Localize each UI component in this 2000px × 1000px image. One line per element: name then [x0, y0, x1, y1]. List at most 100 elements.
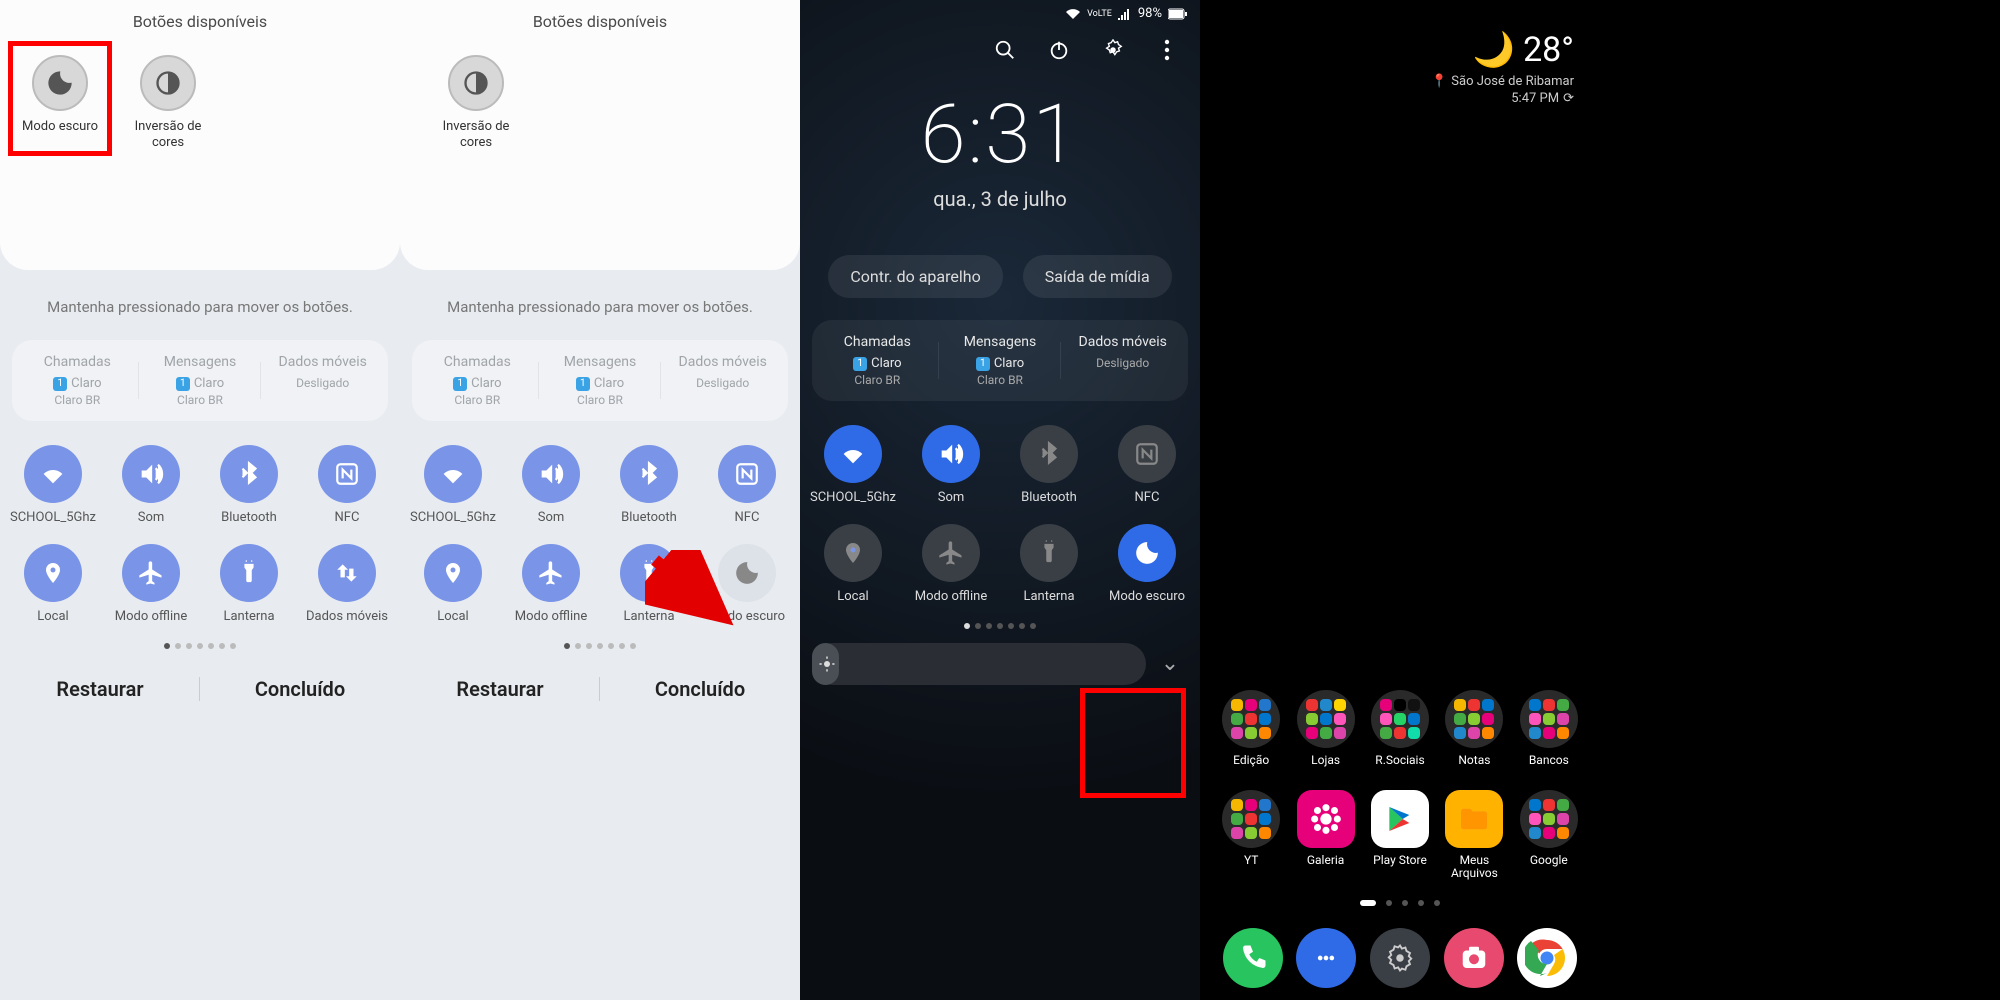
wifi-icon — [824, 425, 882, 483]
dock-chrome-icon[interactable] — [1517, 928, 1577, 988]
restore-button[interactable]: Restaurar — [0, 665, 200, 713]
app-play-store[interactable]: Play Store — [1364, 790, 1436, 880]
qs-wifi-toggle[interactable]: SCHOOL_5Ghz — [806, 425, 900, 506]
screenshot-step-1: Botões disponíveis Modo escuro Inversão … — [0, 0, 400, 1000]
folder-bancos[interactable]: Bancos — [1513, 690, 1585, 767]
nfc-icon — [1118, 425, 1176, 483]
qs-location-toggle[interactable]: Local — [406, 544, 500, 625]
clock-date: qua., 3 de julho — [800, 187, 1200, 211]
qs-sound-toggle[interactable]: Som — [904, 425, 998, 506]
quick-settings-grid: SCHOOL_5GhzSomBluetoothNFC LocalModo offl… — [0, 445, 400, 625]
qs-nfc-toggle[interactable]: NFC — [700, 445, 794, 526]
dock-phone-icon[interactable] — [1223, 928, 1283, 988]
folder-icon — [1222, 790, 1280, 848]
clock-time: 6:31 — [800, 87, 1200, 183]
red-arrow-annotation — [645, 550, 735, 630]
qs-sound-toggle[interactable]: Som — [504, 445, 598, 526]
sim-panel[interactable]: Chamadas1ClaroClaro BR Mensagens1ClaroCl… — [12, 340, 388, 421]
qs-moon-toggle[interactable]: Modo escuro — [1100, 524, 1194, 605]
qs-plane-toggle[interactable]: Modo offline — [504, 544, 598, 625]
signal-bars-icon — [1118, 8, 1132, 20]
files-icon — [1445, 790, 1503, 848]
moon-icon — [32, 55, 88, 111]
color-inversion-available-tile[interactable]: Inversão de cores — [128, 55, 208, 150]
bluetooth-icon — [1020, 425, 1078, 483]
qs-flashlight-toggle[interactable]: Lanterna — [1002, 524, 1096, 605]
dock-settings-icon[interactable] — [1370, 928, 1430, 988]
screenshot-step-3: VoLTE 98% 6:31 qua., 3 de julho Contr. d… — [800, 0, 1200, 1000]
folder-edição[interactable]: Edição — [1215, 690, 1287, 767]
qs-bluetooth-toggle[interactable]: Bluetooth — [602, 445, 696, 526]
location-icon — [24, 544, 82, 602]
qs-sound-toggle[interactable]: Som — [104, 445, 198, 526]
qs-plane-toggle[interactable]: Modo offline — [904, 524, 998, 605]
moon-weather-icon: 🌙 — [1473, 30, 1515, 70]
more-icon[interactable] — [1154, 37, 1180, 63]
dark-mode-available-tile[interactable]: Modo escuro — [20, 55, 100, 150]
app-meus-arquivos[interactable]: Meus Arquivos — [1438, 790, 1510, 880]
folder-icon — [1520, 690, 1578, 748]
dock-messages-icon[interactable] — [1296, 928, 1356, 988]
swap-icon — [318, 544, 376, 602]
signal-icon: VoLTE — [1087, 9, 1112, 19]
qs-wifi-toggle[interactable]: SCHOOL_5Ghz — [6, 445, 100, 526]
section-title: Botões disponíveis — [416, 12, 784, 31]
qs-flashlight-toggle[interactable]: Lanterna — [202, 544, 296, 625]
qs-swap-toggle[interactable]: Dados móveis — [300, 544, 394, 625]
qs-nfc-toggle[interactable]: NFC — [1100, 425, 1194, 506]
qs-location-toggle[interactable]: Local — [6, 544, 100, 625]
media-output-chip[interactable]: Saída de mídia — [1023, 255, 1172, 298]
plane-icon — [922, 524, 980, 582]
app-google[interactable]: Google — [1513, 790, 1585, 880]
screenshot-step-2: Botões disponíveis Inversão de cores Man… — [400, 0, 800, 1000]
weather-widget[interactable]: 🌙28° 📍São José de Ribamar 5:47 PM⟳ — [1431, 30, 1574, 106]
flashlight-icon — [220, 544, 278, 602]
gear-icon[interactable] — [1100, 37, 1126, 63]
hint-text: Mantenha pressionado para mover os botõe… — [408, 298, 792, 316]
contrast-icon — [448, 55, 504, 111]
app-galeria[interactable]: Galeria — [1290, 790, 1362, 880]
folder-lojas[interactable]: Lojas — [1290, 690, 1362, 767]
battery-text: 98% — [1138, 6, 1162, 21]
device-control-chip[interactable]: Contr. do aparelho — [828, 255, 1002, 298]
qs-location-toggle[interactable]: Local — [806, 524, 900, 605]
qs-wifi-toggle[interactable]: SCHOOL_5Ghz — [406, 445, 500, 526]
qs-nfc-toggle[interactable]: NFC — [300, 445, 394, 526]
done-button[interactable]: Concluído — [600, 665, 800, 713]
done-button[interactable]: Concluído — [200, 665, 400, 713]
brightness-expand-icon[interactable]: ⌄ — [1152, 646, 1188, 682]
folder-notas[interactable]: Notas — [1438, 690, 1510, 767]
restore-button[interactable]: Restaurar — [400, 665, 600, 713]
wifi-icon — [24, 445, 82, 503]
folder-icon — [1371, 690, 1429, 748]
page-dots — [0, 643, 400, 649]
app-yt[interactable]: YT — [1215, 790, 1287, 880]
hint-text: Mantenha pressionado para mover os botõe… — [8, 298, 392, 316]
moon-icon — [1118, 524, 1176, 582]
brightness-slider[interactable]: ⌄ — [812, 643, 1188, 685]
sim-panel[interactable]: Chamadas1ClaroClaro BR Mensagens1ClaroCl… — [812, 320, 1188, 401]
sun-icon — [818, 655, 836, 673]
search-icon[interactable] — [992, 37, 1018, 63]
page-dots — [400, 643, 800, 649]
qs-bluetooth-toggle[interactable]: Bluetooth — [202, 445, 296, 526]
quick-settings-grid: SCHOOL_5GhzSomBluetoothNFC LocalModo offl… — [800, 425, 1200, 605]
screenshot-home: 🌙28° 📍São José de Ribamar 5:47 PM⟳ Ediçã… — [1200, 0, 1600, 1000]
folder-r.sociais[interactable]: R.Sociais — [1364, 690, 1436, 767]
section-title: Botões disponíveis — [16, 12, 384, 31]
location-icon — [424, 544, 482, 602]
status-bar: VoLTE 98% — [800, 0, 1200, 27]
refresh-icon: ⟳ — [1563, 91, 1574, 106]
qs-plane-toggle[interactable]: Modo offline — [104, 544, 198, 625]
dock-camera-icon[interactable] — [1444, 928, 1504, 988]
folder-icon — [1445, 690, 1503, 748]
page-indicator — [1200, 900, 1600, 906]
qs-bluetooth-toggle[interactable]: Bluetooth — [1002, 425, 1096, 506]
sim-panel[interactable]: Chamadas1ClaroClaro BR Mensagens1ClaroCl… — [412, 340, 788, 421]
wifi-icon — [424, 445, 482, 503]
sound-icon — [922, 425, 980, 483]
sound-icon — [522, 445, 580, 503]
available-buttons-card: Botões disponíveis Inversão de cores — [400, 0, 800, 270]
power-icon[interactable] — [1046, 37, 1072, 63]
color-inversion-available-tile[interactable]: Inversão de cores — [436, 55, 516, 150]
